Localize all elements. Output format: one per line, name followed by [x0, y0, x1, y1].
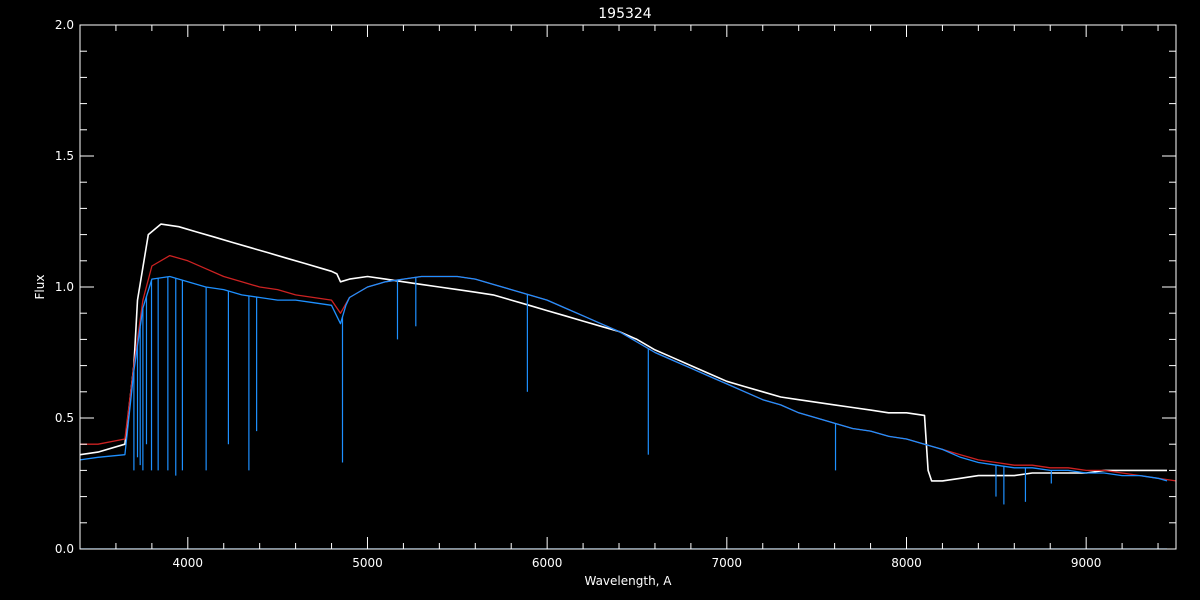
y-tick-label: 1.0: [55, 280, 74, 294]
y-axis-label: Flux: [33, 275, 47, 300]
chart-background: [0, 0, 1200, 600]
x-tick-label: 5000: [352, 556, 383, 570]
x-tick-label: 6000: [532, 556, 563, 570]
y-tick-label: 1.5: [55, 149, 74, 163]
chart-title: 195324: [598, 6, 652, 22]
y-tick-label: 0.5: [55, 411, 74, 425]
x-tick-label: 7000: [712, 556, 743, 570]
spectrum-chart: 195324 Wavelength, A Flux 4000 5000 6000 70…: [0, 0, 1200, 600]
x-axis-label: Wavelength, A: [584, 574, 672, 588]
x-tick-label: 4000: [173, 556, 204, 570]
x-tick-label: 9000: [1071, 556, 1102, 570]
x-tick-label: 8000: [891, 556, 922, 570]
y-tick-label: 2.0: [55, 18, 74, 32]
y-tick-label: 0.0: [55, 542, 74, 556]
